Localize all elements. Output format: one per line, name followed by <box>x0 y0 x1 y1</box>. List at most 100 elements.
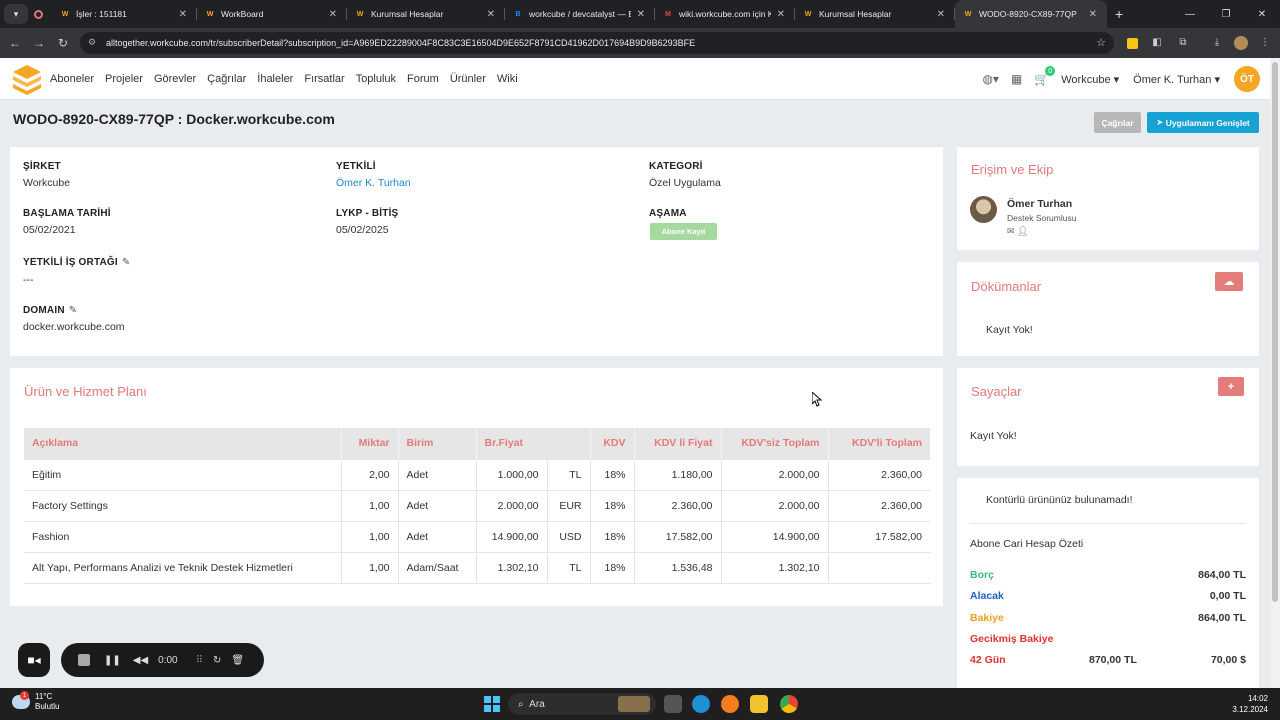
tab-close-icon[interactable]: ✕ <box>179 9 187 20</box>
calls-button[interactable]: Çağrılar <box>1094 112 1141 133</box>
upload-document-button[interactable]: ☁ <box>1215 272 1243 291</box>
page-scrollbar[interactable] <box>1270 58 1280 688</box>
file-explorer-icon[interactable] <box>750 695 768 713</box>
task-view-icon[interactable] <box>664 695 682 713</box>
extension-2-icon[interactable]: ◧ <box>1150 34 1164 50</box>
user-icon[interactable]: 👤︎ <box>1017 226 1028 236</box>
mail-icon[interactable]: ✉ <box>1007 226 1015 236</box>
add-counter-button[interactable]: + <box>1218 377 1244 396</box>
browser-tab[interactable]: W Kurumsal Hesaplar ✕ <box>347 0 505 28</box>
cell-gross-total: 2.360,00 <box>828 489 930 521</box>
restore-button[interactable]: ❐ <box>1208 0 1244 28</box>
address-bar[interactable]: ⚙ alltogether.workcube.com/tr/subscriber… <box>80 32 1114 54</box>
language-globe-icon[interactable]: ◍▾ <box>982 72 999 86</box>
cart-count-badge: 0 <box>1045 66 1056 76</box>
user-dropdown[interactable]: Ömer K. Turhan ▾ <box>1133 73 1220 86</box>
site-info-icon[interactable]: ⚙ <box>88 37 96 48</box>
drag-handle-icon[interactable]: ⠿ <box>196 655 203 666</box>
tab-close-icon[interactable]: ✕ <box>637 9 645 20</box>
edit-domain-pencil-icon[interactable]: ✎ <box>69 305 78 316</box>
recorder-camera-button[interactable]: ■◂ <box>18 643 50 677</box>
col-quantity: Miktar <box>341 428 399 459</box>
start-button-windows-icon[interactable] <box>484 696 500 712</box>
extensions-puzzle-icon[interactable]: ⧉ <box>1176 34 1190 50</box>
system-clock[interactable]: 14:02 3.12.2024 <box>1232 693 1268 715</box>
stage-label: AŞAMA <box>649 208 687 219</box>
browser-tab[interactable]: Mwiki.workcube.com için Kasım ✕ <box>655 0 795 28</box>
weather-widget[interactable]: 1 11°C Bulutlu <box>12 691 59 712</box>
main-menu: Aboneler Projeler Görevler Çağrılar İhaleler… <box>50 73 529 85</box>
chrome-icon[interactable] <box>780 695 798 713</box>
taskbar-search[interactable]: ⌕ Ara <box>508 693 656 715</box>
tab-close-icon[interactable]: ✕ <box>937 9 945 20</box>
restart-icon[interactable]: ↻ <box>213 655 221 666</box>
browser-tab[interactable]: W İşler : 151181 ✕ <box>52 0 197 28</box>
nav-item[interactable]: Çağrılar <box>207 73 246 85</box>
nav-item[interactable]: Projeler <box>105 73 143 85</box>
person-name[interactable]: Ömer Turhan <box>1007 198 1072 210</box>
table-row: Fashion 1,00 Adet 14.900,00 USD 18% 17.582,00 1… <box>24 520 930 552</box>
cell-desc: Factory Settings <box>24 489 342 521</box>
browser-tab[interactable]: W WorkBoard ✕ <box>197 0 347 28</box>
cell-unit: Adam/Saat <box>398 551 477 584</box>
nav-item[interactable]: Aboneler <box>50 73 94 85</box>
firefox-icon[interactable] <box>721 695 739 713</box>
nav-item[interactable]: Görevler <box>154 73 196 85</box>
extension-icon[interactable] <box>1127 38 1138 49</box>
profile-icon[interactable] <box>1234 36 1248 50</box>
edit-partner-pencil-icon[interactable]: ✎ <box>122 257 131 268</box>
person-photo[interactable] <box>970 196 997 223</box>
counters-card: Sayaçlar + Kayıt Yok! <box>957 368 1259 466</box>
back-icon[interactable]: ← <box>3 36 27 50</box>
nav-item[interactable]: İhaleler <box>257 73 293 85</box>
tab-close-icon[interactable]: ✕ <box>329 9 337 20</box>
nav-item[interactable]: Fırsatlar <box>304 73 344 85</box>
browser-tab[interactable]: Bworkcube / devcatalyst — Bitbucket ✕ <box>505 0 655 28</box>
partner-label: YETKİLİ İŞ ORTAĞI ✎ <box>23 257 131 268</box>
cell-price: 14.900,00 <box>476 520 548 552</box>
browser-tab[interactable]: W Kurumsal Hesaplar ✕ <box>795 0 955 28</box>
stop-icon[interactable] <box>78 654 90 666</box>
app-navbar: Aboneler Projeler Görevler Çağrılar İhaleler… <box>0 58 1270 100</box>
rewind-icon[interactable]: ◀◀ <box>133 655 148 666</box>
cell-cur: TL <box>547 551 591 584</box>
forward-icon[interactable]: → <box>27 36 51 50</box>
cart-icon[interactable]: 🛒 0 <box>1034 66 1056 86</box>
browser-menu-icon[interactable]: ⋮ <box>1258 34 1272 50</box>
cell-unit: Adet <box>398 458 477 490</box>
authorized-link[interactable]: Ömer K. Turhan <box>336 177 411 189</box>
close-window-button[interactable]: ✕ <box>1244 0 1280 28</box>
credit-label: Alacak <box>970 590 1004 602</box>
workcube-logo-icon[interactable] <box>10 62 44 96</box>
tab-close-icon[interactable]: ✕ <box>777 9 785 20</box>
nav-item[interactable]: Forum <box>407 73 439 85</box>
company-dropdown[interactable]: Workcube ▾ <box>1061 73 1119 86</box>
tab-close-icon[interactable]: ✕ <box>1089 9 1097 20</box>
user-avatar[interactable]: ÖT <box>1234 66 1260 92</box>
balance-label: Bakiye <box>970 612 1004 624</box>
cell-desc: Fashion <box>24 520 342 552</box>
recording-tab[interactable] <box>28 0 52 28</box>
plan-title: Ürün ve Hizmet Planı <box>24 384 147 399</box>
edge-icon[interactable] <box>692 695 710 713</box>
record-icon <box>34 9 43 19</box>
new-tab-button[interactable]: + <box>1115 6 1123 22</box>
nav-item[interactable]: Wiki <box>497 73 518 85</box>
extend-app-button[interactable]: ➤ Uygulamanı Genişlet <box>1147 112 1259 133</box>
nav-item[interactable]: Ürünler <box>450 73 486 85</box>
bookmark-star-icon[interactable]: ☆ <box>1096 36 1106 49</box>
recorder-time: 0:00 <box>158 654 178 666</box>
reload-icon[interactable]: ↻ <box>51 36 75 50</box>
trash-icon[interactable]: 🗑︎ <box>231 655 244 666</box>
calendar-icon[interactable]: ▦ <box>1011 72 1022 86</box>
minimize-button[interactable]: — <box>1172 0 1208 28</box>
nav-item[interactable]: Topluluk <box>356 73 396 85</box>
browser-tab[interactable]: W WODO-8920-CX89-77QP ✕ <box>955 0 1107 28</box>
cell-gross-total: 2.360,00 <box>828 458 930 490</box>
download-icon[interactable]: ⤓ <box>1210 34 1224 50</box>
tab-close-icon[interactable]: ✕ <box>487 9 495 20</box>
pause-icon[interactable]: ❚❚ <box>104 655 121 666</box>
cell-net-total: 2.000,00 <box>721 489 829 521</box>
tab-search-button[interactable]: ▾ <box>4 4 28 24</box>
cell-price: 1.000,00 <box>476 458 548 490</box>
